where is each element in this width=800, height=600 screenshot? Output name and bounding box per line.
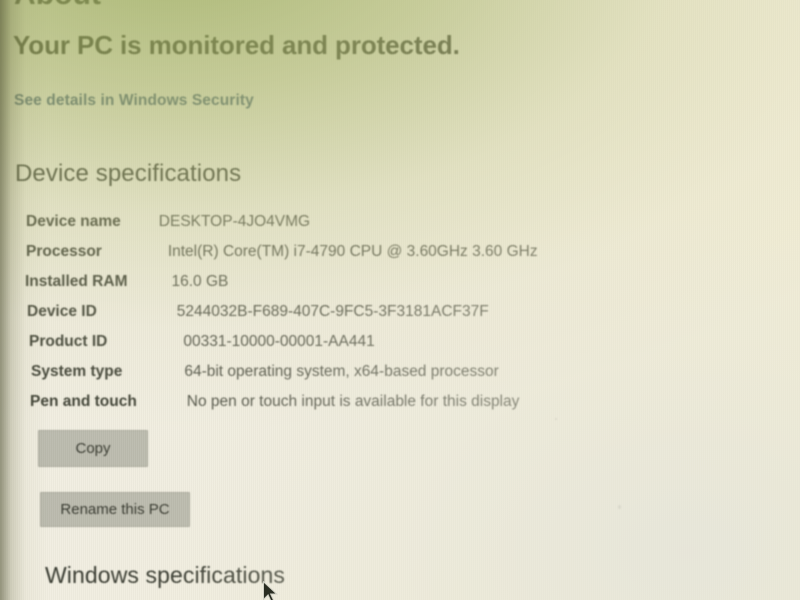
dust-speck	[618, 505, 621, 509]
table-row: System type 64-bit operating system, x64…	[0, 363, 620, 393]
table-row: Device ID 5244032B-F689-407C-9FC5-3F3181…	[0, 303, 620, 333]
dust-speck	[300, 345, 302, 347]
photographed-screen: About Your PC is monitored and protected…	[0, 0, 800, 600]
table-row: Pen and touch No pen or touch input is a…	[0, 393, 620, 423]
device-specifications-heading: Device specifications	[15, 160, 242, 187]
table-row: Processor Intel(R) Core(TM) i7-4790 CPU …	[0, 243, 620, 273]
rename-this-pc-button[interactable]: Rename this PC	[40, 492, 190, 527]
page-title: About	[14, 0, 101, 12]
spec-label: Device name	[26, 213, 121, 230]
spec-value: DESKTOP-4JO4VMG	[158, 213, 311, 230]
spec-value: Intel(R) Core(TM) i7-4790 CPU @ 3.60GHz …	[167, 243, 538, 260]
security-status-text: Your PC is monitored and protected.	[13, 30, 460, 60]
copy-button[interactable]: Copy	[38, 430, 148, 467]
spec-label: Processor	[26, 243, 102, 260]
device-specifications-table: Device name DESKTOP-4JO4VMG Processor In…	[0, 213, 620, 423]
spec-label: Installed RAM	[25, 273, 128, 290]
windows-specifications-heading: Windows specifications	[45, 562, 285, 588]
spec-label: Pen and touch	[30, 393, 137, 410]
spec-label: Device ID	[27, 303, 97, 320]
settings-about-page: About Your PC is monitored and protected…	[0, 0, 800, 600]
dust-speck	[555, 418, 557, 420]
spec-value: 00331-10000-00001-AA441	[183, 333, 375, 350]
spec-label: Product ID	[29, 333, 108, 350]
see-details-in-windows-security-link[interactable]: See details in Windows Security	[14, 92, 254, 110]
table-row: Device name DESKTOP-4JO4VMG	[0, 213, 620, 243]
table-row: Product ID 00331-10000-00001-AA441	[0, 333, 620, 363]
spec-value: 5244032B-F689-407C-9FC5-3F3181ACF37F	[176, 303, 489, 320]
table-row: Installed RAM 16.0 GB	[0, 273, 620, 303]
spec-value: 16.0 GB	[171, 273, 229, 290]
spec-value: No pen or touch input is available for t…	[186, 393, 520, 410]
spec-label: System type	[31, 363, 123, 380]
spec-value: 64-bit operating system, x64-based proce…	[184, 363, 499, 380]
